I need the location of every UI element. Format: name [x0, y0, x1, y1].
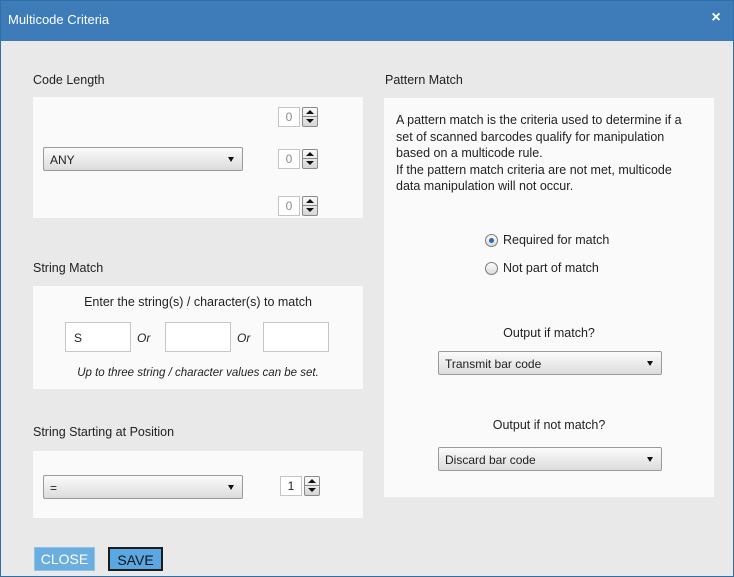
output-if-not-match-select[interactable]: Discard bar code — [438, 447, 662, 471]
radio-required-for-match[interactable]: Required for match — [485, 233, 635, 249]
spinner-down-arrow-icon[interactable] — [305, 486, 319, 495]
description-line: data manipulation will not occur. — [396, 179, 574, 193]
position-operator-value: = — [50, 481, 58, 495]
dialog-title: Multicode Criteria — [8, 12, 110, 27]
close-button[interactable]: CLOSE — [34, 547, 95, 571]
spinner-value[interactable]: 0 — [278, 107, 300, 127]
description-line: A pattern match is the criteria used to … — [396, 113, 682, 127]
spinner-up-arrow-icon[interactable] — [303, 108, 317, 117]
spinner-down-arrow-icon[interactable] — [303, 206, 317, 215]
output-if-not-match-value: Discard bar code — [445, 453, 536, 467]
spinner-up-arrow-icon[interactable] — [303, 150, 317, 159]
description-line: based on a multicode rule. — [396, 146, 543, 160]
spinner-down-arrow-icon[interactable] — [303, 159, 317, 168]
chevron-down-icon — [647, 457, 653, 462]
code-length-select[interactable]: ANY — [43, 147, 243, 171]
code-length-label: Code Length — [33, 73, 105, 87]
pattern-match-panel: A pattern match is the criteria used to … — [384, 98, 714, 497]
spinner-value[interactable]: 0 — [278, 149, 300, 169]
or-label: Or — [137, 331, 151, 345]
radio-label: Not part of match — [503, 261, 599, 275]
output-if-match-value: Transmit bar code — [445, 357, 542, 371]
code-length-panel: ANY 0 0 0 — [33, 97, 363, 218]
pattern-match-description: A pattern match is the criteria used to … — [396, 112, 714, 195]
string-match-panel: Enter the string(s) / character(s) to ma… — [33, 286, 363, 389]
string-match-note: Up to three string / character values ca… — [77, 367, 319, 379]
output-if-match-select[interactable]: Transmit bar code — [438, 351, 662, 375]
radio-label: Required for match — [503, 233, 610, 247]
string-position-label: String Starting at Position — [33, 425, 175, 439]
close-icon[interactable]: × — [707, 9, 725, 27]
chevron-down-icon — [647, 361, 653, 366]
spinner-arrows — [302, 196, 318, 216]
output-if-not-match-label: Output if not match? — [492, 418, 606, 432]
radio-unselected-icon[interactable] — [485, 262, 498, 275]
save-button[interactable]: SAVE — [108, 547, 163, 571]
string-position-panel: = 1 — [33, 451, 363, 518]
output-if-match-label: Output if match? — [503, 326, 595, 340]
description-line: If the pattern match criteria are not me… — [396, 162, 672, 177]
description-line: set of scanned barcodes qualify for mani… — [396, 129, 665, 144]
string-match-instruction: Enter the string(s) / character(s) to ma… — [84, 295, 312, 309]
spinner-down-arrow-icon[interactable] — [303, 117, 317, 126]
chevron-down-icon — [228, 157, 234, 162]
string-match-label: String Match — [33, 261, 104, 275]
string-match-input-1[interactable]: S — [65, 322, 131, 352]
chevron-down-icon — [228, 485, 234, 490]
spinner-up-arrow-icon[interactable] — [303, 197, 317, 206]
spinner-arrows — [302, 149, 318, 169]
spinner-arrows — [302, 107, 318, 127]
spinner-up-arrow-icon[interactable] — [305, 477, 319, 486]
or-label: Or — [237, 331, 251, 345]
pattern-match-label: Pattern Match — [385, 73, 463, 87]
multicode-criteria-dialog: Multicode Criteria × Code Length ANY 0 0… — [0, 0, 734, 577]
radio-selected-icon[interactable] — [485, 234, 498, 247]
spinner-arrows — [304, 476, 320, 496]
position-operator-select[interactable]: = — [43, 475, 243, 499]
spinner-value[interactable]: 0 — [278, 196, 300, 216]
spinner-value[interactable]: 1 — [280, 476, 302, 496]
code-length-select-value: ANY — [50, 153, 75, 167]
radio-not-part-of-match[interactable]: Not part of match — [485, 261, 635, 277]
title-bar: Multicode Criteria × — [1, 1, 733, 41]
string-match-input-3[interactable] — [263, 322, 329, 352]
string-match-input-2[interactable] — [165, 322, 231, 352]
